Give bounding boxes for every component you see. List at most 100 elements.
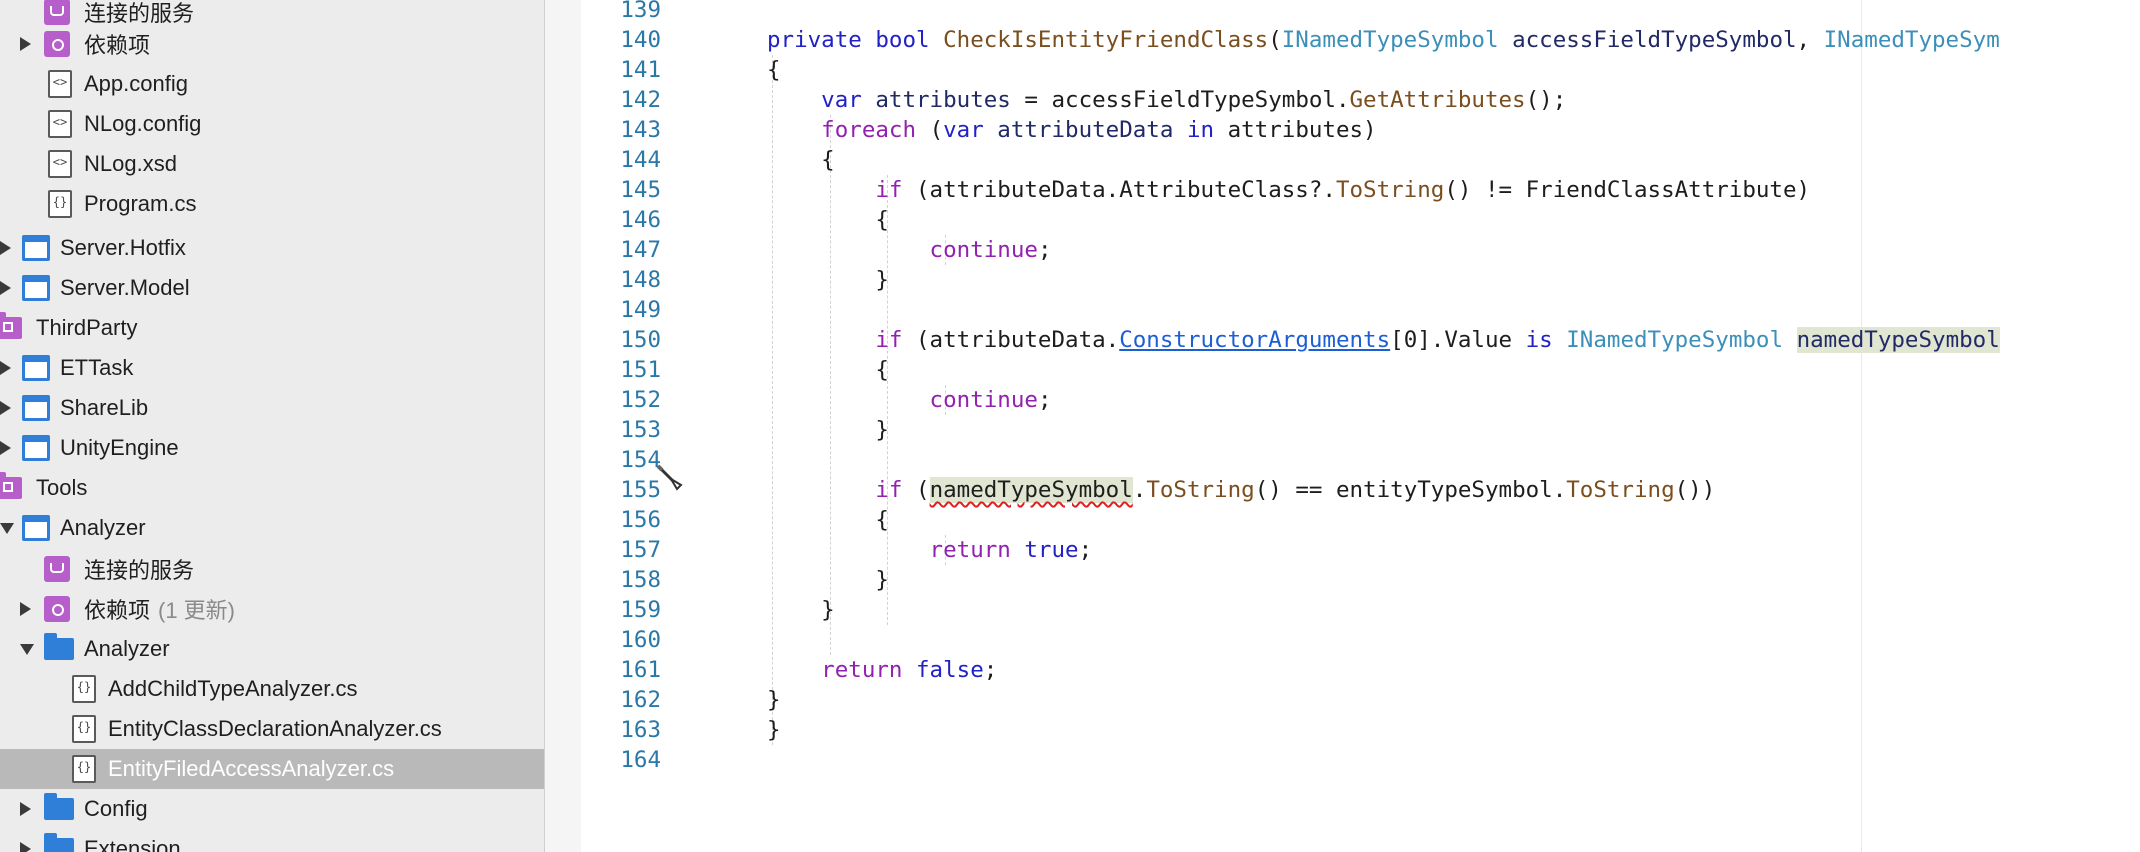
quick-fix-pencil-icon[interactable]	[655, 463, 687, 495]
chevron-right-icon[interactable]	[0, 361, 11, 375]
code-token: ToString	[1146, 477, 1255, 503]
code-editor[interactable]: 139 140 private bool CheckIsEntityFriendCl…	[545, 0, 2140, 852]
dependencies-icon	[44, 31, 70, 57]
code-token: {	[767, 357, 889, 383]
sidebar-item[interactable]: Config	[0, 789, 544, 829]
sidebar-item-label: ETTask	[60, 355, 134, 380]
line-number: 163	[620, 717, 661, 743]
sidebar-item[interactable]: {} EntityFiledAccessAnalyzer.cs	[0, 749, 544, 789]
code-line[interactable]: 157 return true;	[545, 535, 2140, 565]
code-token: return	[767, 537, 1025, 563]
code-text: if (attributeData.AttributeClass?.ToStri…	[767, 175, 1810, 205]
solution-folder-icon	[0, 312, 22, 339]
line-number: 144	[620, 147, 661, 173]
sidebar-item[interactable]: UnityEngine	[0, 428, 544, 468]
code-line[interactable]: 160	[545, 625, 2140, 655]
project-icon	[22, 395, 50, 421]
code-line[interactable]: 152 continue;	[545, 385, 2140, 415]
project-icon	[22, 275, 50, 301]
code-token: INamedTypeSymbol	[1281, 27, 1513, 53]
code-line[interactable]: 143 foreach (var attributeData in attrib…	[545, 115, 2140, 145]
sidebar-item[interactable]: Tools	[0, 468, 544, 508]
line-number: 151	[620, 357, 661, 383]
chevron-right-icon[interactable]	[20, 802, 31, 816]
sidebar-item-label: UnityEngine	[60, 435, 179, 460]
sidebar-item[interactable]: <> NLog.config	[0, 104, 544, 144]
chevron-right-icon[interactable]	[20, 602, 31, 616]
code-token[interactable]: ConstructorArguments	[1119, 327, 1390, 353]
code-line[interactable]: 154	[545, 445, 2140, 475]
chevron-down-icon[interactable]	[0, 523, 14, 534]
sidebar-item[interactable]: ETTask	[0, 348, 544, 388]
sidebar-item[interactable]: Analyzer	[0, 508, 544, 548]
code-line[interactable]: 146 {	[545, 205, 2140, 235]
sidebar-item[interactable]: <> NLog.xsd	[0, 144, 544, 184]
line-number: 147	[620, 237, 661, 263]
sidebar-item-label: Analyzer	[84, 636, 170, 661]
csharp-file-icon: {}	[72, 675, 96, 703]
chevron-down-icon[interactable]	[20, 644, 34, 655]
code-line[interactable]: 140 private bool CheckIsEntityFriendClass…	[545, 25, 2140, 55]
config-file-icon: <>	[48, 70, 72, 98]
code-line[interactable]: 148 }	[545, 265, 2140, 295]
chevron-right-icon[interactable]	[0, 401, 11, 415]
code-token: }	[767, 267, 889, 293]
code-token: .	[1132, 477, 1147, 503]
code-line[interactable]: 144 {	[545, 145, 2140, 175]
code-line[interactable]: 161 return false;	[545, 655, 2140, 685]
sidebar-item[interactable]: Extension	[0, 829, 544, 852]
sidebar-item[interactable]: 依赖项	[0, 24, 544, 64]
line-number: 146	[620, 207, 661, 233]
sidebar-item[interactable]: Server.Model	[0, 268, 544, 308]
chevron-right-icon[interactable]	[0, 281, 11, 295]
code-line[interactable]: 141 {	[545, 55, 2140, 85]
sidebar-item-label: 连接的服务	[84, 558, 195, 583]
chevron-right-icon[interactable]	[20, 842, 31, 852]
chevron-right-icon[interactable]	[20, 37, 31, 51]
code-token: INamedTypeSymbol	[1566, 327, 1797, 353]
code-line[interactable]: 159 }	[545, 595, 2140, 625]
code-line[interactable]: 149	[545, 295, 2140, 325]
sidebar-item-label: App.config	[84, 71, 188, 96]
sidebar-item[interactable]: 依赖项 (1 更新)	[0, 589, 544, 629]
code-token: }	[767, 687, 781, 713]
sidebar-item[interactable]: Server.Hotfix	[0, 228, 544, 268]
code-line[interactable]: 156 {	[545, 505, 2140, 535]
code-line[interactable]: 147 continue;	[545, 235, 2140, 265]
sidebar-item[interactable]: {} EntityClassDeclarationAnalyzer.cs	[0, 709, 544, 749]
code-line[interactable]: 153 }	[545, 415, 2140, 445]
sidebar-item-label: Config	[84, 796, 148, 821]
line-number: 153	[620, 417, 661, 443]
code-token: namedTypeSymbol	[929, 477, 1133, 503]
code-token: private	[767, 27, 876, 53]
code-line[interactable]: 142 var attributes = accessFieldTypeSymb…	[545, 85, 2140, 115]
code-line[interactable]: 163}	[545, 715, 2140, 745]
code-token: () != FriendClassAttribute)	[1444, 177, 1811, 203]
code-line[interactable]: 145 if (attributeData.AttributeClass?.To…	[545, 175, 2140, 205]
code-text: {	[767, 205, 889, 235]
code-line[interactable]: 158 }	[545, 565, 2140, 595]
sidebar-item[interactable]: <> App.config	[0, 64, 544, 104]
sidebar-item[interactable]: ShareLib	[0, 388, 544, 428]
code-line[interactable]: 150 if (attributeData.ConstructorArgumen…	[545, 325, 2140, 355]
code-line[interactable]: 151 {	[545, 355, 2140, 385]
line-number: 140	[620, 27, 661, 53]
dependencies-icon	[44, 596, 70, 622]
chevron-right-icon[interactable]	[0, 241, 11, 255]
code-token: ();	[1525, 87, 1567, 113]
sidebar-item[interactable]: {} AddChildTypeAnalyzer.cs	[0, 669, 544, 709]
code-token: ;	[983, 657, 998, 683]
code-token: namedTypeSymbol	[1796, 327, 2000, 353]
line-number: 161	[620, 657, 661, 683]
sidebar-item[interactable]: ThirdParty	[0, 308, 544, 348]
code-line[interactable]: 155 if (namedTypeSymbol.ToString() == en…	[545, 475, 2140, 505]
code-line[interactable]: 139	[545, 0, 2140, 25]
folder-icon	[44, 793, 74, 820]
chevron-right-icon[interactable]	[0, 441, 11, 455]
code-token: }	[767, 567, 889, 593]
code-line[interactable]: 162}	[545, 685, 2140, 715]
sidebar-item[interactable]: Analyzer	[0, 629, 544, 669]
sidebar-item[interactable]: 连接的服务	[0, 549, 544, 589]
sidebar-item[interactable]: {} Program.cs	[0, 184, 544, 224]
code-line[interactable]: 164	[545, 745, 2140, 775]
